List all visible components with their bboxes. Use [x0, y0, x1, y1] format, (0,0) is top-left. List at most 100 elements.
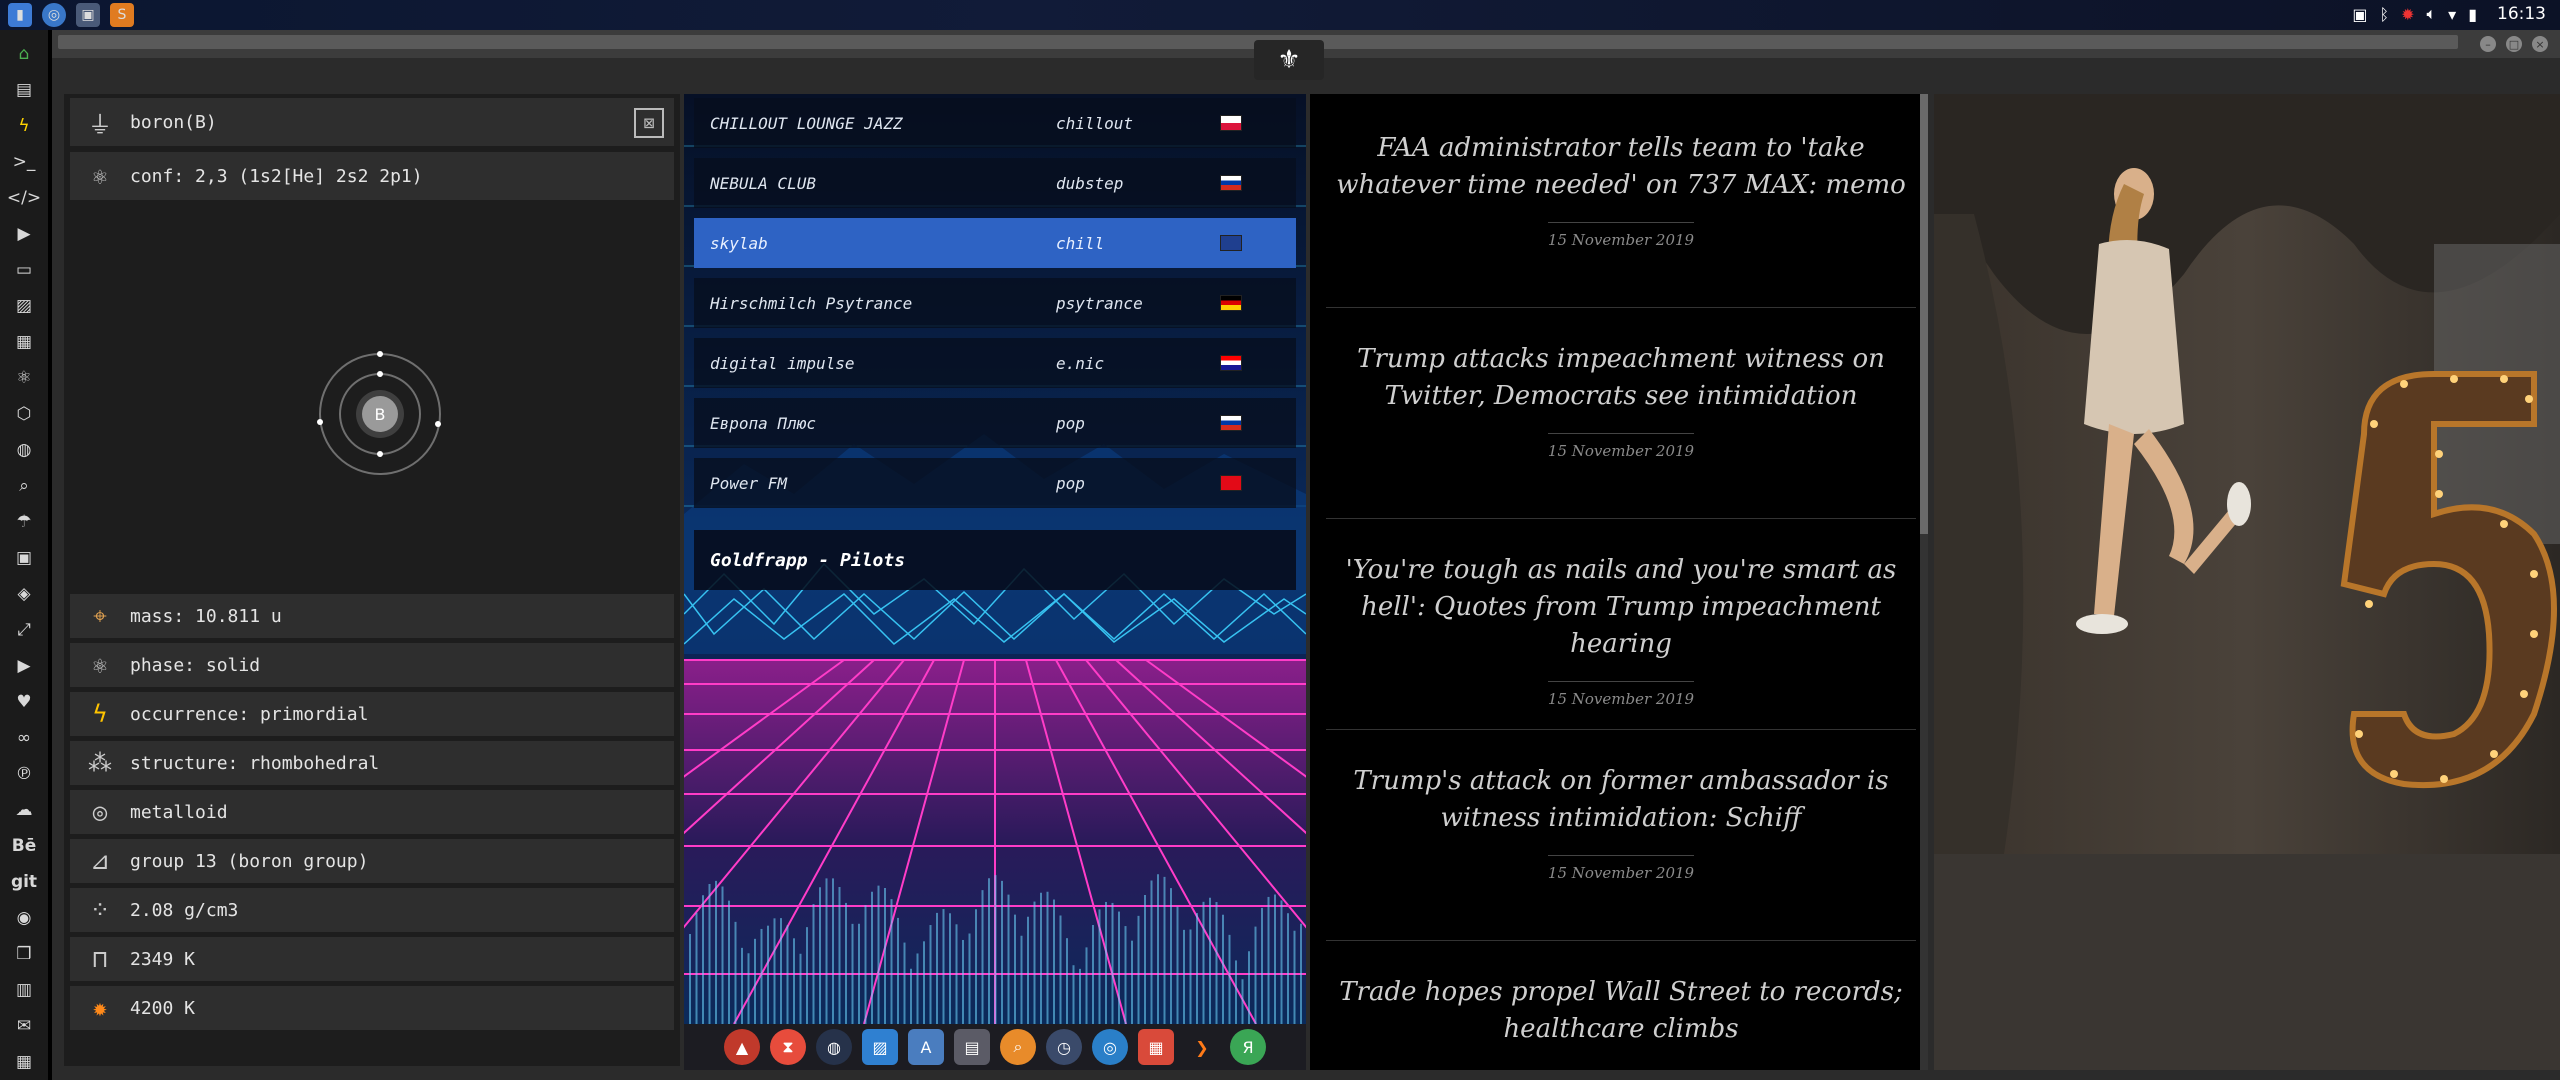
document-icon[interactable]: ▤ [0, 72, 48, 108]
play-icon[interactable]: ▶ [0, 216, 48, 252]
terminal-icon[interactable]: >_ [0, 144, 48, 180]
atom-symbol: B [375, 405, 386, 424]
article-title[interactable]: Trade hopes propel Wall Street to record… [1326, 974, 1916, 1048]
globe-app-icon[interactable]: ◍ [816, 1029, 852, 1065]
article-title[interactable]: Trump attacks impeachment witness on Twi… [1326, 341, 1916, 415]
web-app-icon[interactable]: ◎ [1092, 1029, 1128, 1065]
mail-icon[interactable]: ✉ [0, 1008, 48, 1044]
maximize-icon[interactable]: □ [2506, 36, 2522, 52]
flag-icon [1220, 355, 1242, 371]
property-row: ϟ occurrence: primordial [70, 692, 674, 736]
news-app-icon[interactable]: ▤ [954, 1029, 990, 1065]
news-article[interactable]: Trump's attack on former ambassador is w… [1326, 763, 1916, 882]
atom-icon[interactable]: ⚛ [0, 360, 48, 396]
browser-icon[interactable]: ◎ [42, 3, 66, 27]
news-article[interactable]: Trump attacks impeachment witness on Twi… [1326, 341, 1916, 460]
property-label: occurrence: primordial [130, 703, 369, 725]
station-row[interactable]: digital impulse e.nic [694, 338, 1296, 388]
clock-app-icon[interactable]: ◷ [1046, 1029, 1082, 1065]
search-icon[interactable]: ⌕ [0, 468, 48, 504]
news-article[interactable]: Trade hopes propel Wall Street to record… [1326, 974, 1916, 1048]
images-app-icon[interactable]: ▨ [862, 1029, 898, 1065]
news-scrollbar[interactable] [1920, 94, 1928, 1070]
expand-icon[interactable]: ⤢ [0, 612, 48, 648]
settings-gear-icon[interactable]: ✹ [2401, 5, 2414, 24]
umbrella-icon[interactable]: ☂ [0, 504, 48, 540]
screenshot-icon[interactable]: ▣ [2352, 5, 2367, 24]
bluetooth-icon[interactable]: ᛒ [2380, 5, 2390, 24]
calendar-app-icon[interactable]: ▦ [1138, 1029, 1174, 1065]
news-icon[interactable]: ▦ [0, 324, 48, 360]
flag-icon [1220, 415, 1242, 431]
property-row: ⊿ group 13 (boron group) [70, 839, 674, 883]
volume-icon[interactable]: 🔈︎ [2427, 4, 2437, 24]
close-panel-icon[interactable]: ⊠ [634, 108, 664, 138]
article-title[interactable]: Trump's attack on former ambassador is w… [1326, 763, 1916, 837]
window-icon[interactable]: ▣ [76, 3, 100, 27]
article-date: 15 November 2019 [1547, 222, 1695, 249]
calendar-icon[interactable]: ▦ [0, 1044, 48, 1080]
thermometer-icon: ⊓ [92, 945, 108, 973]
battery-icon[interactable]: ▮ [2468, 5, 2477, 24]
github-icon[interactable]: ◉ [0, 900, 48, 936]
code-icon[interactable]: </> [0, 180, 48, 216]
cubes-icon[interactable]: ❒ [0, 936, 48, 972]
globe-icon[interactable]: ◍ [0, 432, 48, 468]
property-row: ⁘ 2.08 g/cm3 [70, 888, 674, 932]
station-genre: dubstep [1056, 173, 1124, 193]
property-row: ✹ 4200 K [70, 986, 674, 1030]
hexagon-icon[interactable]: ⬡ [0, 396, 48, 432]
station-row[interactable]: Power FM pop [694, 458, 1296, 508]
contact-icon[interactable]: ▣ [0, 540, 48, 576]
monitor-icon[interactable]: ▭ [0, 252, 48, 288]
station-row[interactable]: skylab chill [694, 218, 1296, 268]
station-row[interactable]: Hirschmilch Psytrance psytrance [694, 278, 1296, 328]
minimize-icon[interactable]: – [2480, 36, 2496, 52]
scrollbar-thumb[interactable] [1920, 94, 1928, 534]
property-label: phase: solid [130, 654, 261, 676]
pin-icon: ⌖ [93, 602, 107, 630]
flag-icon [1220, 175, 1242, 191]
cloud-link-icon[interactable]: ∞ [0, 720, 48, 756]
sublime-text-icon[interactable]: S [110, 3, 134, 27]
article-divider [1326, 940, 1916, 941]
heart-icon[interactable]: ♥ [0, 684, 48, 720]
article-title[interactable]: FAA administrator tells team to 'take wh… [1326, 130, 1916, 204]
search-app-icon[interactable]: ⌕ [1000, 1029, 1036, 1065]
news-article[interactable]: 'You're tough as nails and you're smart … [1326, 552, 1916, 708]
pinterest-icon[interactable]: ℗ [0, 756, 48, 792]
cloud-icon[interactable]: ☁ [0, 792, 48, 828]
station-row[interactable]: Европа Плюс pop [694, 398, 1296, 448]
station-row[interactable]: NEBULA CLUB dubstep [694, 158, 1296, 208]
yandex-app-icon[interactable]: Я [1230, 1029, 1266, 1065]
article-title[interactable]: 'You're tough as nails and you're smart … [1326, 552, 1916, 663]
close-icon[interactable]: × [2532, 36, 2548, 52]
configuration-label: conf: 2,3 (1s2[He] 2s2 2p1) [130, 165, 423, 187]
git-icon[interactable]: git [0, 864, 48, 900]
lightning-icon[interactable]: ϟ [0, 108, 48, 144]
station-name: Европа Плюс [710, 413, 816, 433]
photo-illustration [1934, 94, 2560, 1070]
system-top-bar: ▮ ◎ ▣ S ▣ ᛒ ✹ 🔈︎ ▾ ▮ 16:13 [0, 0, 2560, 30]
translate-app-icon[interactable]: A [908, 1029, 944, 1065]
arrow-app-icon[interactable]: ❯ [1184, 1029, 1220, 1065]
station-name: Hirschmilch Psytrance [710, 293, 913, 313]
station-name: NEBULA CLUB [710, 173, 816, 193]
news-article[interactable]: FAA administrator tells team to 'take wh… [1326, 130, 1916, 249]
property-row: ⁂ structure: rhombohedral [70, 741, 674, 785]
station-name: skylab [710, 233, 768, 253]
tag-icon[interactable]: ◈ [0, 576, 48, 612]
map-icon[interactable]: ▥ [0, 972, 48, 1008]
home-icon[interactable]: ⌂ [0, 36, 48, 72]
youtube-icon[interactable]: ▶ [0, 648, 48, 684]
station-row[interactable]: CHILLOUT LOUNGE JAZZ chillout [694, 98, 1296, 148]
left-dock: ⌂ ▤ ϟ >_ </> ▶ ▭ ▨ ▦ ⚛ ⬡ ◍ ⌕ ☂ ▣ ◈ ⤢ ▶ ♥… [0, 30, 48, 1080]
image-icon[interactable]: ▨ [0, 288, 48, 324]
clock[interactable]: 16:13 [2497, 4, 2546, 24]
rebel-alliance-logo-icon[interactable]: ⚜ [1254, 40, 1324, 80]
wifi-icon[interactable]: ▾ [2448, 5, 2456, 24]
behance-icon[interactable]: Bē [0, 828, 48, 864]
file-manager-icon[interactable]: ▮ [8, 3, 32, 27]
rocket-app-icon[interactable]: ▲ [724, 1029, 760, 1065]
hourglass-app-icon[interactable]: ⧗ [770, 1029, 806, 1065]
